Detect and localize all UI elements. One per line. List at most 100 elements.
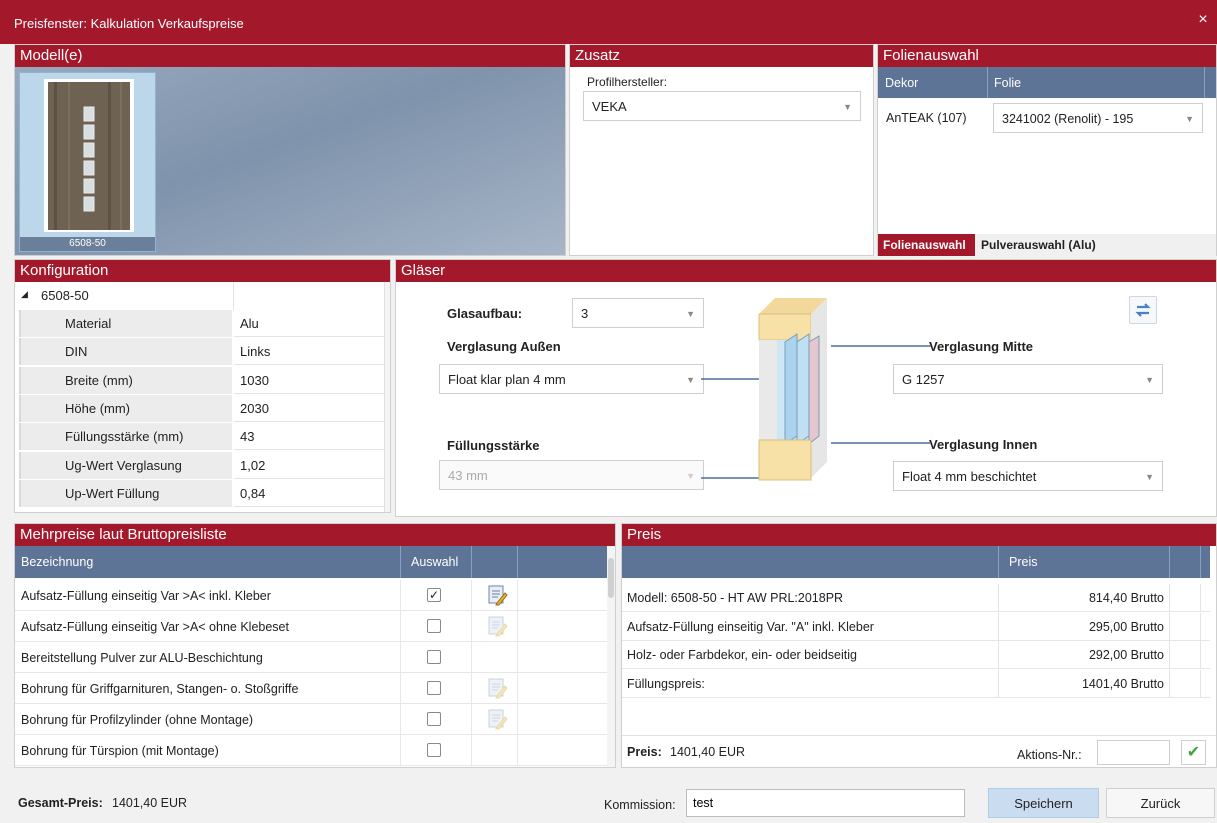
konfiguration-row[interactable]: Breite (mm) 1030 [15, 366, 387, 395]
preis-row-value: 292,00 Brutto [1088, 648, 1164, 662]
preis-panel: Preis Preis Modell: 6508-50 - HT AW PRL:… [621, 523, 1217, 768]
col-dekor: Dekor [885, 76, 919, 90]
auswahl-checkbox[interactable] [427, 619, 441, 633]
auswahl-checkbox[interactable] [427, 712, 441, 726]
mehrpreise-scrollbar[interactable] [607, 546, 615, 767]
preis-grid-header: Preis [622, 546, 1210, 578]
gesamt-preis-label: Gesamt-Preis: [18, 796, 103, 810]
dekor-value: AnTEAK (107) [886, 111, 967, 125]
tab-pulverauswahl[interactable]: Pulverauswahl (Alu) [975, 234, 1216, 256]
preis-header: Preis [622, 524, 1216, 546]
col-preis: Preis [1009, 555, 1038, 569]
preis-row: Holz- oder Farbdekor, ein- oder beidseit… [622, 641, 1210, 669]
glass-diagram-right-leaders [831, 345, 931, 444]
konfiguration-row[interactable]: Material Alu [15, 310, 387, 338]
chevron-down-icon: ▼ [686, 375, 695, 385]
mehrpreise-row-name: Bohrung für Profilzylinder (ohne Montage… [21, 713, 254, 727]
auswahl-checkbox[interactable]: ✓ [427, 588, 441, 602]
konfiguration-row-label: Up-Wert Füllung [19, 479, 232, 507]
preis-row: Füllungspreis: 1401,40 Brutto [622, 669, 1210, 698]
konfiguration-scroll-edge [384, 282, 390, 512]
modelle-header: Modell(e) [15, 45, 565, 67]
konfiguration-row[interactable]: DIN Links [15, 338, 387, 366]
folie-select[interactable]: 3241002 (Renolit) - 195 ▼ [993, 103, 1203, 133]
verglasung-mitte-label: Verglasung Mitte [929, 339, 1034, 354]
model-thumbnail[interactable]: 6508-50 [19, 72, 156, 252]
model-caption: 6508-50 [20, 237, 155, 251]
col-bezeichnung: Bezeichnung [21, 555, 94, 569]
konfiguration-row-value: 43 [234, 423, 384, 451]
konfiguration-row-label: DIN [19, 338, 232, 366]
col-auswahl: Auswahl [411, 555, 459, 569]
konfiguration-row-label: Breite (mm) [19, 366, 232, 394]
swap-icon[interactable] [1129, 296, 1157, 324]
edit-note-icon[interactable] [486, 708, 508, 730]
konfiguration-row[interactable]: Up-Wert Füllung 0,84 [15, 479, 387, 508]
fuellungsstaerke-select[interactable]: 43 mm ▼ [439, 460, 704, 490]
edit-note-icon[interactable] [486, 584, 508, 606]
preis-row-value: 1401,40 Brutto [1081, 676, 1164, 691]
preis-total-label: Preis: [627, 745, 662, 759]
auswahl-checkbox[interactable] [427, 743, 441, 757]
mehrpreise-row[interactable]: Aufsatz-Füllung einseitig Var >A< inkl. … [15, 580, 607, 611]
chevron-down-icon: ▼ [686, 471, 695, 481]
glasaufbau-label: Glasaufbau: [447, 306, 523, 321]
chevron-down-icon: ▼ [686, 309, 695, 319]
glaeser-panel: Gläser Glasaufbau: 3 ▼ Verglasung Außen … [395, 259, 1217, 517]
kommission-input[interactable] [686, 789, 965, 817]
preis-row: Aufsatz-Füllung einseitig Var. "A" inkl.… [622, 612, 1210, 641]
mehrpreise-row[interactable]: Bohrung für Türspion (mit Montage) [15, 735, 607, 766]
konfiguration-row-value: 0,84 [234, 480, 384, 507]
edit-note-icon[interactable] [486, 677, 508, 699]
gesamt-preis-value: 1401,40 EUR [112, 796, 188, 810]
save-button[interactable]: Speichern [988, 788, 1099, 818]
chevron-down-icon: ▼ [1145, 472, 1154, 482]
profilhersteller-value: VEKA [592, 99, 627, 114]
verglasung-innen-label: Verglasung Innen [929, 437, 1038, 452]
preis-row-name: Holz- oder Farbdekor, ein- oder beidseit… [627, 648, 857, 662]
konfiguration-row-label: Ug-Wert Verglasung [19, 451, 232, 479]
konfiguration-row-value: 2030 [234, 395, 384, 422]
konfiguration-row-label: Höhe (mm) [19, 394, 232, 422]
zusatz-header: Zusatz [570, 45, 873, 67]
konfiguration-row[interactable]: Ug-Wert Verglasung 1,02 [15, 451, 387, 480]
close-icon[interactable]: × [1195, 12, 1211, 28]
tab-folienauswahl[interactable]: Folienauswahl [878, 234, 975, 256]
mehrpreise-row[interactable]: Bohrung für Profilzylinder (ohne Montage… [15, 704, 607, 735]
collapse-icon[interactable]: ◢ [21, 289, 28, 300]
glasaufbau-select[interactable]: 3 ▼ [572, 298, 704, 328]
col-folie: Folie [994, 76, 1022, 90]
mehrpreise-row[interactable]: Aufsatz-Füllung einseitig Var >A< ohne K… [15, 611, 607, 642]
preis-row-value: 814,40 Brutto [1088, 591, 1164, 605]
preis-row-value: 295,00 Brutto [1088, 619, 1164, 634]
tree-root[interactable]: ◢ 6508-50 [15, 282, 390, 310]
kommission-label: Kommission: [604, 798, 676, 812]
profilhersteller-select[interactable]: VEKA ▼ [583, 91, 861, 121]
mehrpreise-row-name: Bereitstellung Pulver zur ALU-Beschichtu… [21, 651, 263, 665]
mehrpreise-header: Mehrpreise laut Bruttopreisliste [15, 524, 615, 546]
profilhersteller-label: Profilhersteller: [587, 75, 668, 89]
title-bar: Preisfenster: Kalkulation Verkaufspreise… [0, 0, 1217, 44]
back-button[interactable]: Zurück [1106, 788, 1215, 818]
modelle-panel: Modell(e) 6508-50 [14, 44, 566, 256]
konfiguration-row-value: 1,02 [234, 452, 384, 479]
verglasung-aussen-select[interactable]: Float klar plan 4 mm ▼ [439, 364, 704, 394]
konfiguration-row[interactable]: Füllungsstärke (mm) 43 [15, 423, 387, 451]
mehrpreise-panel: Mehrpreise laut Bruttopreisliste Bezeich… [14, 523, 616, 768]
aktions-nr-input[interactable] [1097, 740, 1170, 765]
glaeser-header: Gläser [396, 260, 1216, 282]
mehrpreise-row[interactable]: Bohrung für Griffgarnituren, Stangen- o.… [15, 673, 607, 704]
mehrpreise-row[interactable]: Bereitstellung Pulver zur ALU-Beschichtu… [15, 642, 607, 673]
edit-note-icon[interactable] [486, 615, 508, 637]
auswahl-checkbox[interactable] [427, 650, 441, 664]
chevron-down-icon: ▼ [1145, 375, 1154, 385]
konfiguration-row[interactable]: Höhe (mm) 2030 [15, 394, 387, 423]
window-title: Preisfenster: Kalkulation Verkaufspreise [14, 16, 244, 31]
tree-root-label: 6508-50 [41, 288, 89, 303]
auswahl-checkbox[interactable] [427, 681, 441, 695]
verglasung-aussen-label: Verglasung Außen [447, 339, 561, 354]
preis-row-name: Aufsatz-Füllung einseitig Var. "A" inkl.… [627, 619, 874, 634]
konfiguration-row-value: Links [234, 338, 384, 366]
confirm-icon[interactable]: ✔ [1181, 740, 1206, 765]
mehrpreise-row-name: Bohrung für Türspion (mit Montage) [21, 744, 219, 758]
